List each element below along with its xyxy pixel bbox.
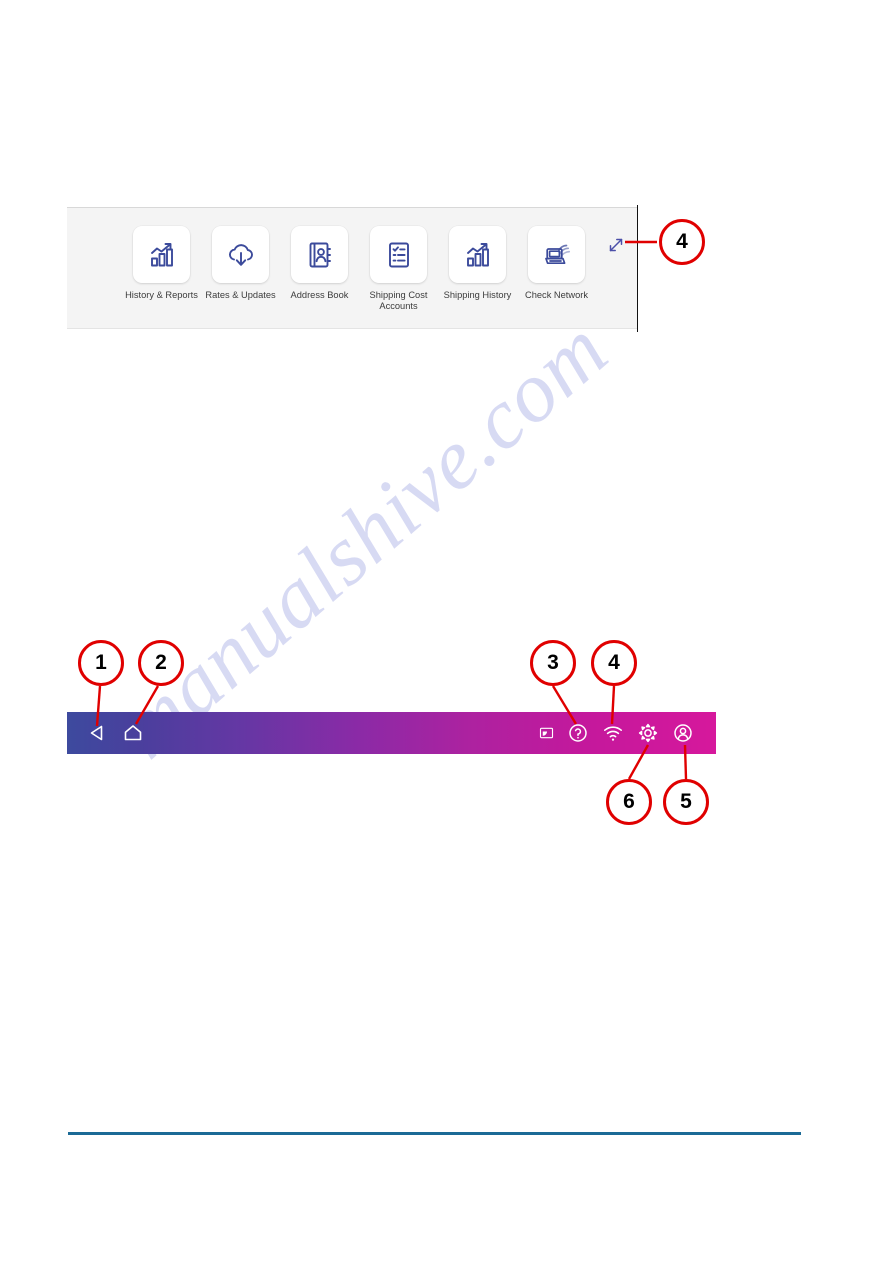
tile-icon-box [291, 226, 348, 283]
app-tile-row: History & Reports Rates & Updates Addres… [67, 226, 637, 312]
tile-shipping-history[interactable]: Shipping History [438, 226, 517, 301]
user-circle-icon[interactable] [672, 722, 694, 744]
tile-icon-box [528, 226, 585, 283]
help-question-icon[interactable] [567, 722, 589, 744]
tile-label: Shipping History [443, 290, 512, 300]
page-watermark: manualshive.com [0, 0, 893, 1263]
tile-label: Address Book [290, 290, 349, 300]
address-book-icon [304, 239, 336, 271]
footer-divider-rule [68, 1132, 801, 1135]
callout-marker-back[interactable]: 1 [78, 640, 124, 686]
home-icon[interactable] [122, 722, 144, 744]
callout-marker-wifi[interactable]: 4 [591, 640, 637, 686]
tile-history-and-reports[interactable]: History & Reports [122, 226, 201, 301]
callout-marker-profile[interactable]: 5 [663, 779, 709, 825]
bar-chart-trend-icon [146, 239, 178, 271]
bottom-navigation-bar [67, 712, 716, 754]
expand-diagonal-icon[interactable] [607, 236, 625, 254]
tile-icon-box [449, 226, 506, 283]
tile-icon-box [133, 226, 190, 283]
tile-label: Check Network [524, 290, 589, 300]
callout-marker-expand[interactable]: 4 [659, 219, 705, 265]
callout-leader-lines [95, 240, 688, 780]
tile-address-book[interactable]: Address Book [280, 226, 359, 301]
checklist-document-icon [383, 239, 415, 271]
tile-icon-box [370, 226, 427, 283]
panel-crop-edge-line [637, 205, 639, 332]
app-drawer-panel: History & Reports Rates & Updates Addres… [67, 207, 637, 329]
cloud-download-icon [225, 239, 257, 271]
network-device-icon [541, 239, 573, 271]
gear-icon[interactable] [637, 722, 659, 744]
nav-left-group [67, 722, 144, 744]
nav-right-group [539, 722, 716, 744]
wifi-icon[interactable] [602, 722, 624, 744]
tile-label: History & Reports [125, 290, 198, 300]
back-triangle-icon[interactable] [87, 722, 109, 744]
tile-check-network[interactable]: Check Network [517, 226, 596, 301]
watermark-text: manualshive.com [98, 300, 626, 777]
callout-marker-help[interactable]: 3 [530, 640, 576, 686]
tile-label: Shipping Cost Accounts [369, 290, 428, 311]
callout-layer: 4 1 2 3 4 6 5 [0, 0, 893, 1263]
callout-marker-home[interactable]: 2 [138, 640, 184, 686]
tile-rates-and-updates[interactable]: Rates & Updates [201, 226, 280, 301]
tile-icon-box [212, 226, 269, 283]
tile-label: Rates & Updates [205, 290, 276, 300]
tile-shipping-cost-accounts[interactable]: Shipping Cost Accounts [359, 226, 438, 312]
bar-chart-trend-icon [462, 239, 494, 271]
callout-marker-settings[interactable]: 6 [606, 779, 652, 825]
cast-screen-icon[interactable] [539, 726, 554, 741]
